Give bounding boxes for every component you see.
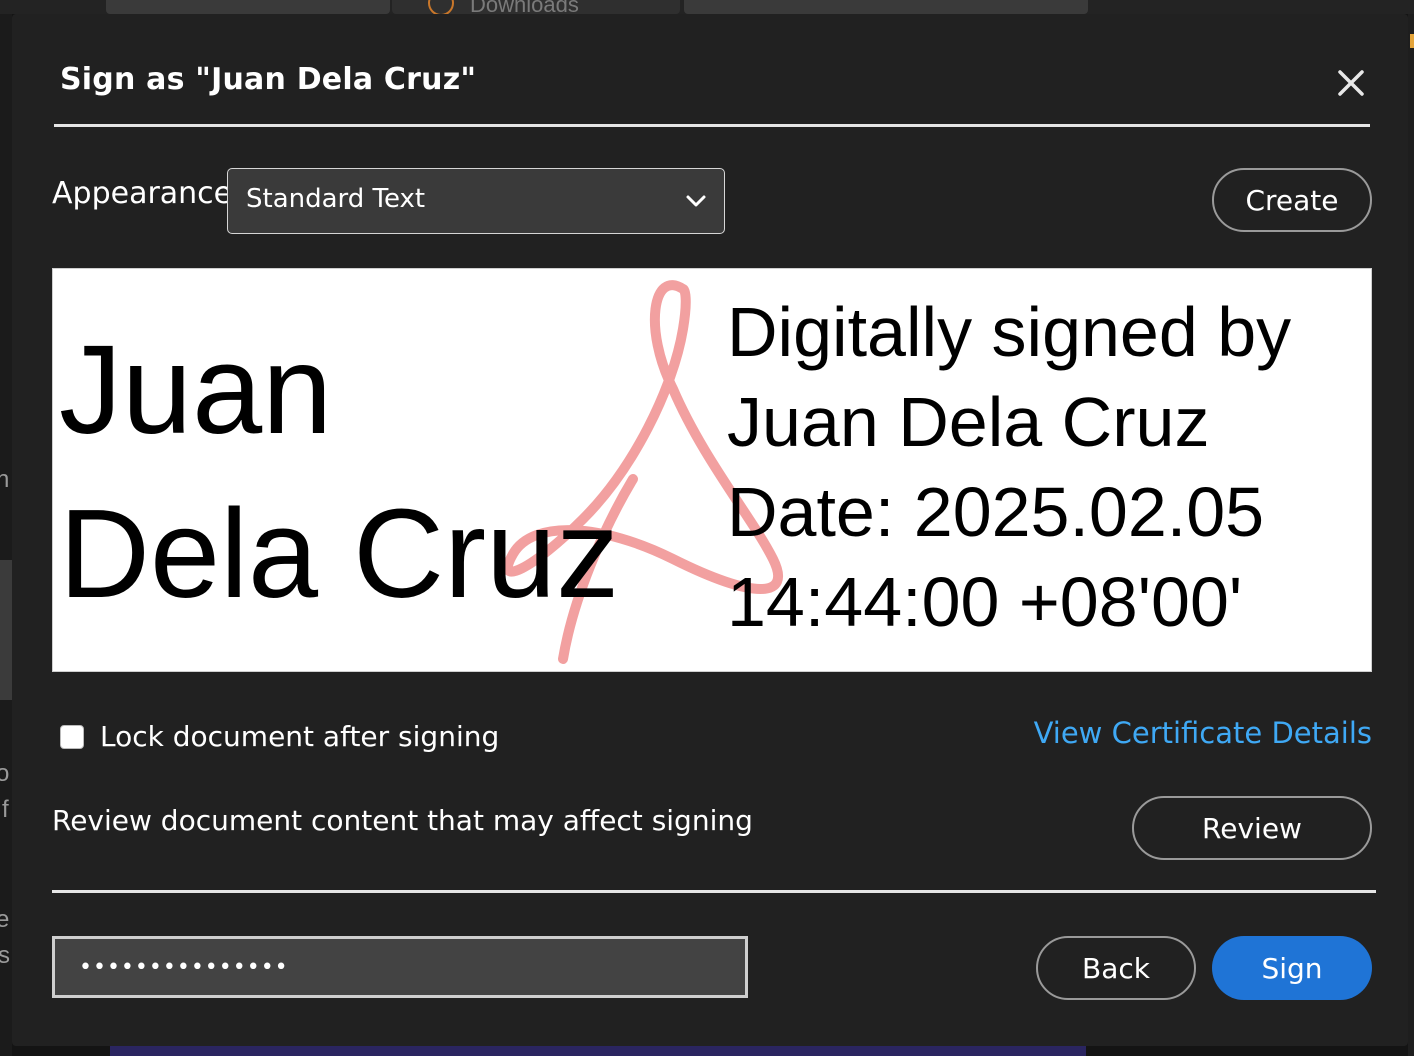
signature-detail-line-3: Date: 2025.02.05 bbox=[727, 473, 1265, 551]
background-text: f bbox=[2, 796, 9, 823]
appearance-dropdown[interactable]: Standard Text bbox=[227, 168, 725, 234]
signature-detail-line-2: Juan Dela Cruz bbox=[727, 383, 1210, 461]
back-button[interactable]: Back bbox=[1036, 936, 1196, 1000]
background-left-edge bbox=[0, 14, 12, 1056]
signature-preview: Juan Dela Cruz Digitally signed by Juan … bbox=[52, 268, 1372, 672]
review-button[interactable]: Review bbox=[1132, 796, 1372, 860]
background-marker bbox=[1410, 34, 1414, 48]
signature-name-line-1: Juan bbox=[59, 319, 333, 460]
appearance-label: Appearance bbox=[52, 176, 233, 211]
lock-document-row: Lock document after signing bbox=[60, 720, 499, 753]
sign-dialog: Sign as "Juan Dela Cruz" Appearance Stan… bbox=[12, 14, 1408, 1046]
background-left-panel bbox=[0, 560, 12, 700]
background-tab bbox=[106, 0, 390, 14]
password-input[interactable] bbox=[52, 936, 748, 998]
close-button[interactable] bbox=[1334, 66, 1368, 100]
background-text: e bbox=[0, 906, 10, 933]
create-button[interactable]: Create bbox=[1212, 168, 1372, 232]
signature-name-line-2: Dela Cruz bbox=[59, 483, 620, 624]
review-description: Review document content that may affect … bbox=[52, 804, 753, 837]
dialog-title: Sign as "Juan Dela Cruz" bbox=[60, 62, 477, 97]
background-right-edge bbox=[1408, 14, 1414, 1056]
chevron-down-icon bbox=[686, 195, 706, 207]
title-divider bbox=[54, 124, 1370, 127]
background-text: o bbox=[0, 760, 10, 787]
signature-detail-line-4: 14:44:00 +08'00' bbox=[727, 563, 1243, 641]
footer-divider bbox=[52, 890, 1376, 893]
background-text: s bbox=[0, 942, 10, 969]
sign-button[interactable]: Sign bbox=[1212, 936, 1372, 1000]
appearance-selected-value: Standard Text bbox=[246, 184, 426, 214]
signature-detail-line-1: Digitally signed by bbox=[727, 293, 1292, 371]
background-text: n bbox=[0, 466, 10, 493]
background-tab bbox=[684, 0, 1088, 14]
view-certificate-details-link[interactable]: View Certificate Details bbox=[1034, 716, 1372, 750]
close-icon bbox=[1338, 70, 1364, 96]
lock-document-checkbox[interactable] bbox=[60, 724, 84, 749]
lock-document-label[interactable]: Lock document after signing bbox=[100, 720, 499, 753]
background-bottom-strip bbox=[110, 1046, 1086, 1056]
